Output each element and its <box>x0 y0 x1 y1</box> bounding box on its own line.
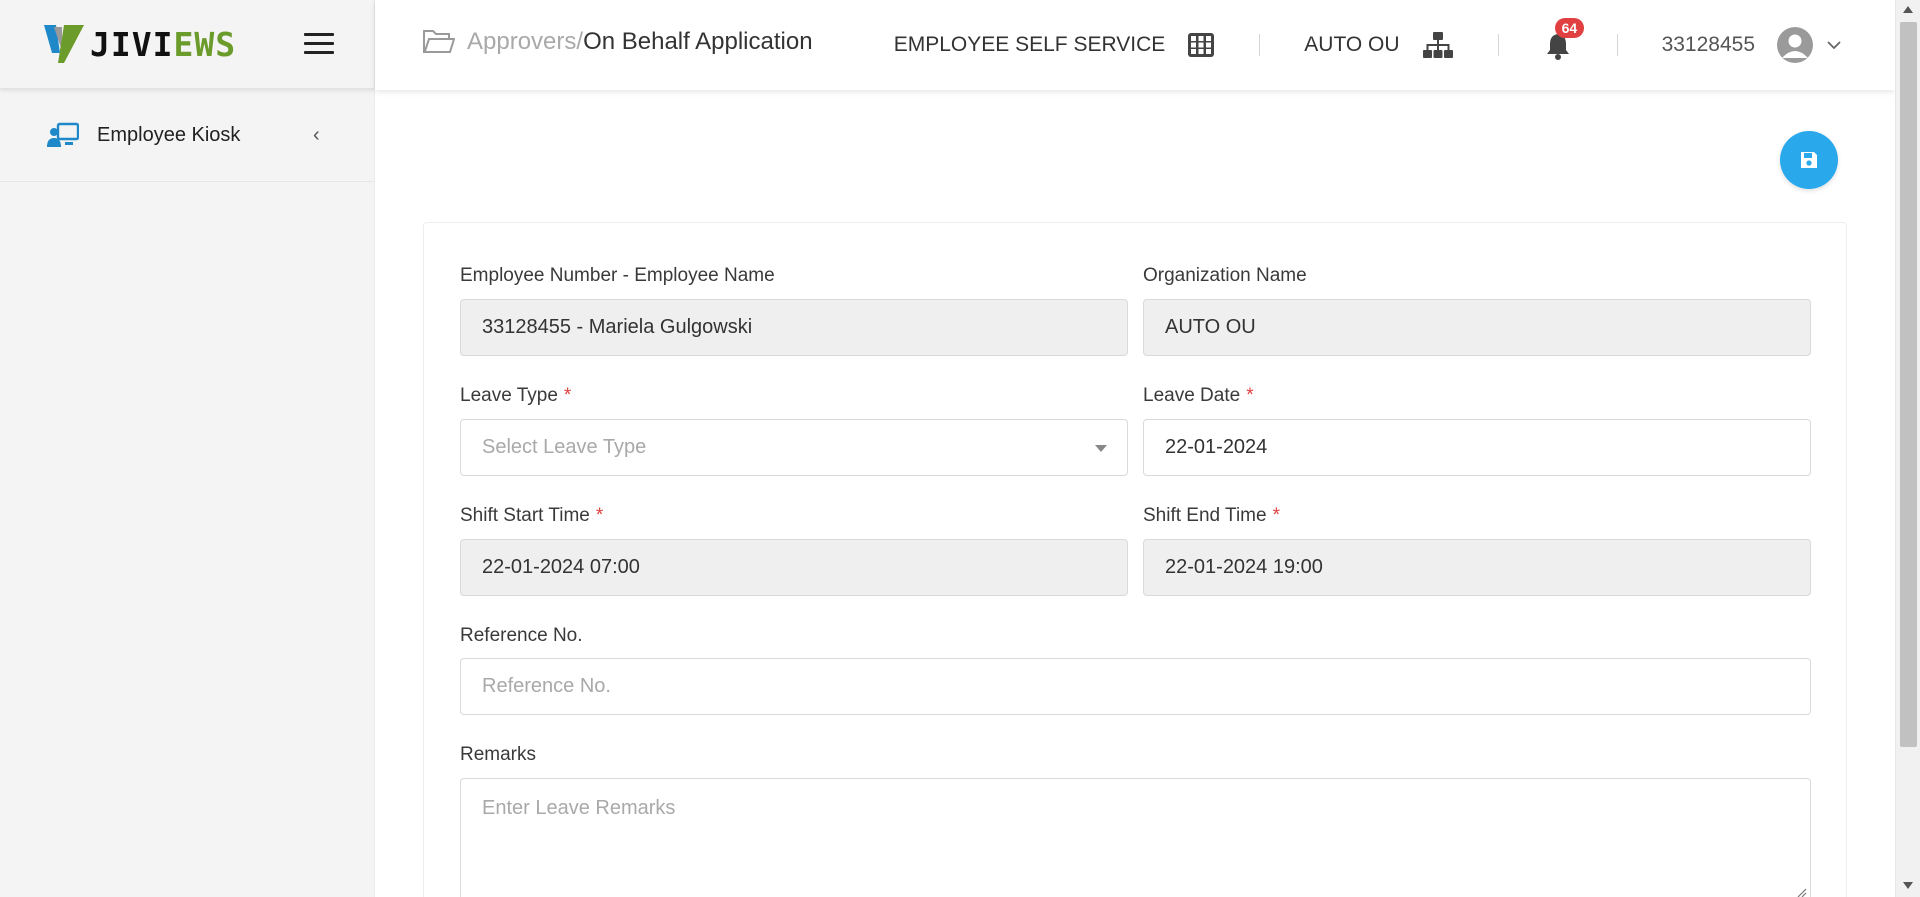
leave-date-value: 22-01-2024 <box>1165 436 1268 458</box>
sidebar: JIVIEWS Employee Kiosk ‹ <box>0 0 375 897</box>
organization-value: AUTO OU <box>1165 316 1256 338</box>
organization-field[interactable]: AUTO OU <box>1143 299 1811 356</box>
save-icon <box>1801 152 1817 168</box>
logo-text: JIVIEWS <box>90 25 236 64</box>
kiosk-icon <box>47 122 79 147</box>
org-unit-label: AUTO OU <box>1304 33 1400 56</box>
leave-type-label: Leave Type * <box>460 385 571 407</box>
module-label: EMPLOYEE SELF SERVICE <box>893 33 1166 56</box>
logo-text-part: JIVI <box>90 24 174 64</box>
logo-mark-icon <box>44 25 84 63</box>
caret-down-icon <box>1095 445 1107 452</box>
sidebar-item-label: Employee Kiosk <box>97 123 241 146</box>
remarks-placeholder: Enter Leave Remarks <box>482 797 676 819</box>
topbar-actions: EMPLOYEE SELF SERVICE AUTO OU 64 3312845… <box>894 0 1895 90</box>
form-card: Employee Number - Employee Name 33128455… <box>423 222 1847 897</box>
required-marker: * <box>563 385 572 406</box>
brand-logo[interactable]: JIVIEWS <box>40 23 236 65</box>
shift-start-label-text: Shift Start Time <box>460 505 590 526</box>
topbar: Approvers/On Behalf Application EMPLOYEE… <box>375 0 1895 90</box>
org-chart-icon <box>1422 32 1453 58</box>
shift-end-label-text: Shift End Time <box>1143 505 1267 526</box>
divider <box>1616 34 1618 56</box>
divider <box>1497 34 1499 56</box>
scroll-down-arrow-icon[interactable] <box>1903 882 1913 889</box>
employee-value: 33128455 - Mariela Gulgowski <box>482 316 753 338</box>
breadcrumb-current: On Behalf Application <box>583 28 813 55</box>
shift-end-field[interactable]: 22-01-2024 19:00 <box>1143 539 1811 596</box>
chevron-left-icon[interactable]: ‹ <box>313 124 320 147</box>
divider <box>1259 34 1261 56</box>
reference-label: Reference No. <box>460 625 583 646</box>
employee-field[interactable]: 33128455 - Mariela Gulgowski <box>460 299 1128 356</box>
leave-date-label: Leave Date * <box>1143 385 1254 407</box>
shift-start-value: 22-01-2024 07:00 <box>482 556 640 578</box>
org-unit-switcher[interactable]: AUTO OU <box>1304 31 1453 59</box>
required-marker: * <box>1246 385 1254 406</box>
chevron-down-icon <box>1827 41 1841 50</box>
folder-icon <box>423 30 455 53</box>
required-marker: * <box>1272 505 1280 526</box>
breadcrumb-parent[interactable]: Approvers/ <box>467 28 583 56</box>
user-avatar-icon <box>1777 27 1813 63</box>
user-id: 33128455 <box>1661 33 1755 56</box>
scrollbar-thumb[interactable] <box>1900 22 1917 747</box>
sidebar-item-employee-kiosk[interactable]: Employee Kiosk ‹ <box>0 89 374 182</box>
logo-text-part: EWS <box>173 24 237 64</box>
notification-badge: 64 <box>1554 18 1585 38</box>
reference-input[interactable]: Reference No. <box>460 658 1811 715</box>
shift-end-value: 22-01-2024 19:00 <box>1165 556 1323 578</box>
page-scrollbar[interactable] <box>1895 0 1920 897</box>
menu-icon[interactable] <box>304 33 334 55</box>
remarks-textarea[interactable]: Enter Leave Remarks <box>460 778 1811 897</box>
user-menu[interactable]: 33128455 <box>1662 27 1895 63</box>
leave-type-placeholder: Select Leave Type <box>482 436 647 458</box>
employee-label: Employee Number - Employee Name <box>460 265 775 286</box>
save-button[interactable] <box>1780 131 1838 189</box>
notifications-button[interactable]: 64 <box>1543 18 1585 60</box>
leave-date-field[interactable]: 22-01-2024 <box>1143 419 1811 476</box>
module-switcher[interactable]: EMPLOYEE SELF SERVICE <box>894 31 1216 59</box>
leave-type-select[interactable]: Select Leave Type <box>460 419 1128 476</box>
organization-label: Organization Name <box>1143 265 1307 286</box>
grid-icon <box>1188 33 1215 57</box>
shift-start-label: Shift Start Time * <box>460 505 603 527</box>
scroll-up-arrow-icon[interactable] <box>1903 6 1913 13</box>
logo-bar: JIVIEWS <box>0 0 374 89</box>
shift-start-field[interactable]: 22-01-2024 07:00 <box>460 539 1128 596</box>
remarks-label: Remarks <box>460 744 537 765</box>
required-marker: * <box>595 505 604 526</box>
reference-placeholder: Reference No. <box>482 675 611 697</box>
leave-type-label-text: Leave Type <box>460 385 558 406</box>
breadcrumb: Approvers/On Behalf Application <box>423 28 813 56</box>
shift-end-label: Shift End Time * <box>1143 505 1280 527</box>
resize-handle-icon[interactable] <box>1795 886 1807 897</box>
leave-date-label-text: Leave Date <box>1143 385 1241 406</box>
